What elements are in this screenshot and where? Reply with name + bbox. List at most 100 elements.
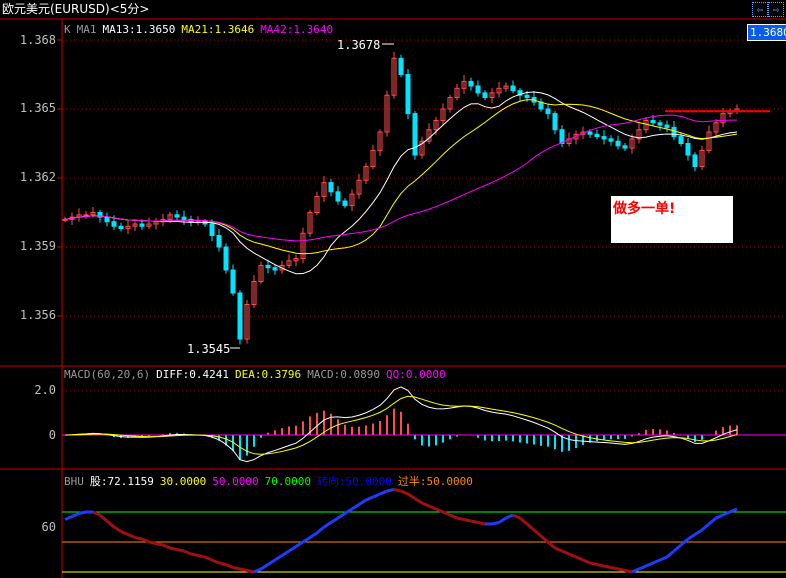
bhu-segment	[540, 534, 549, 544]
macd-legend: MACD(60,20,6) DIFF:0.4241 DEA:0.3796 MACD:0…	[64, 368, 452, 381]
bhu-segment	[701, 522, 710, 532]
candle	[111, 221, 117, 227]
bhu-segment	[218, 561, 227, 566]
candle	[398, 57, 404, 76]
bhu-segment	[715, 513, 724, 520]
price-legend: K MA1 MA13:1.3650 MA21:1.3646 MA42:1.3640	[64, 23, 339, 36]
bhu-segment	[337, 512, 346, 520]
bhu-segment	[99, 513, 108, 523]
bhu-segment	[379, 489, 388, 496]
bhu-segment	[155, 542, 164, 547]
ma21-label: MA21:1.3646	[181, 23, 255, 36]
y-tick: 1.365	[19, 101, 56, 115]
bhu-segment	[281, 549, 290, 557]
candle	[524, 94, 530, 98]
candle	[209, 223, 215, 236]
candle	[104, 216, 110, 223]
candle	[482, 92, 488, 99]
bhu-segment	[449, 513, 458, 520]
bhu-segment	[694, 528, 703, 536]
candle	[678, 136, 684, 145]
candle	[139, 223, 145, 227]
bhu-segment	[498, 516, 507, 524]
candle	[181, 216, 187, 220]
bhu-segment	[470, 519, 479, 524]
bhu-segment	[267, 558, 276, 566]
gb-label: 过半:50.0000	[397, 475, 473, 488]
bhu-segment	[358, 498, 367, 506]
chart-window: 欧元美元(EURUSD)<5分> ⇦ ⇨ 1.3680 K MA1 MA13:1.3…	[0, 0, 786, 578]
macd-label: MACD:0.0890	[307, 368, 381, 381]
bhu-segment	[638, 564, 647, 571]
bhu-segment	[148, 540, 157, 545]
bhu-segment	[190, 552, 199, 557]
bhu-segment	[575, 555, 584, 562]
candle	[615, 140, 621, 147]
bhu-segment	[645, 561, 654, 568]
bhu-segment	[624, 569, 633, 574]
y-tick: 1.359	[19, 239, 56, 253]
bhu-segment	[113, 525, 122, 533]
y-tick: 1.368	[19, 33, 56, 47]
bhu-segment	[183, 549, 192, 556]
bhu-segment	[603, 564, 612, 569]
candle	[328, 182, 334, 193]
bhu-segment	[316, 525, 325, 535]
bhu-segment	[477, 521, 486, 526]
bhu-segment	[407, 492, 416, 500]
candle	[650, 120, 656, 124]
candle	[685, 143, 691, 156]
bhu-segment	[204, 555, 213, 562]
arrow-right-icon[interactable]: ⇨	[768, 2, 784, 17]
ma42-label: MA42:1.3640	[260, 23, 334, 36]
bhu-segment	[547, 540, 556, 550]
arrow-left-icon[interactable]: ⇦	[752, 2, 768, 17]
candle	[342, 200, 348, 207]
ma1-label: MA1	[76, 23, 97, 36]
candle	[601, 136, 607, 140]
bhu-segment	[554, 546, 563, 553]
bhu-segment	[176, 548, 185, 553]
bhu-segment	[659, 555, 668, 562]
candle	[223, 246, 229, 271]
candle	[83, 214, 89, 217]
bhu-segment	[610, 566, 619, 571]
bhu-segment	[260, 563, 269, 571]
bhu-segment	[463, 518, 472, 523]
y-tick: 0	[48, 428, 56, 442]
bhu-segment	[652, 558, 661, 565]
bhu-segment	[491, 521, 500, 526]
diff-label: DIFF:0.4241	[156, 368, 229, 381]
chart-canvas[interactable]	[0, 0, 786, 578]
candle	[657, 122, 663, 126]
high-label: 1.3678	[337, 38, 381, 52]
bhu-segment	[239, 567, 248, 572]
low-label: 1.3545	[187, 342, 231, 356]
candle	[118, 225, 124, 230]
bhu-segment	[64, 515, 73, 521]
v70-label: 70.0000	[264, 475, 311, 488]
bhu-segment	[330, 516, 339, 524]
bhu-segment	[596, 563, 605, 568]
candle	[608, 138, 614, 142]
bhu-segment	[589, 561, 598, 566]
bhu-segment	[127, 533, 136, 539]
bhu-segment	[344, 507, 353, 515]
note-text: 做多一单!	[613, 201, 676, 217]
candle	[692, 154, 698, 167]
bhu-segment	[617, 567, 626, 572]
bhu-segment	[687, 533, 696, 541]
bhu-segment	[246, 569, 255, 574]
bhu-segment	[134, 536, 143, 541]
candle	[664, 124, 670, 128]
candle	[510, 85, 516, 92]
bhu-segment	[512, 513, 521, 520]
bhu-segment	[169, 546, 178, 551]
candle	[671, 126, 677, 138]
bhu-segment	[519, 516, 528, 526]
candle	[594, 133, 600, 138]
bhu-segment	[666, 549, 675, 559]
bhu-segment	[71, 512, 80, 518]
candle	[552, 113, 558, 131]
qq-label: QQ:0.0000	[386, 368, 446, 381]
